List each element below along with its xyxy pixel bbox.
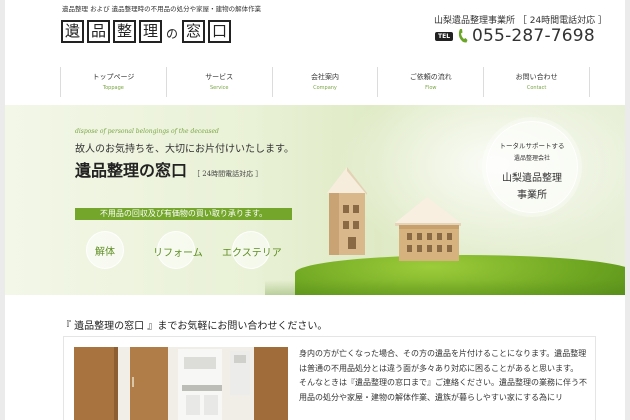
nav-item-flow[interactable]: ご依頼の流れ Flow xyxy=(377,67,483,97)
logo-char-3: 整 xyxy=(113,20,136,43)
nav-label: トップページ xyxy=(92,73,135,81)
intro-text: 身内の方が亡くなった場合、その方の遺品を片付けることになります。遺品整理は普通の… xyxy=(299,347,589,405)
service-label: エクステリア xyxy=(222,247,282,259)
nav-sublabel: Service xyxy=(209,85,229,91)
service-label: 解体 xyxy=(95,246,115,258)
hero-banner: dispose of personal belongings of the de… xyxy=(5,105,625,295)
logo-char-1: 遺 xyxy=(61,20,84,43)
badge-line: トータルサポートする xyxy=(499,142,565,150)
service-circle-reform[interactable]: リフォーム xyxy=(151,245,205,259)
nav-item-contact[interactable]: お問い合わせ Contact xyxy=(483,67,590,97)
logo-char-2: 品 xyxy=(87,20,110,43)
intro-paragraph-1: 身内の方が亡くなった場合、その方の遺品を片付けることになります。遺品整理は普通の… xyxy=(299,349,587,373)
main-nav: トップページ Toppage サービス Service 会社案内 Company… xyxy=(60,67,590,97)
badge-line: 山梨遺品整理 xyxy=(502,173,562,184)
phone-number: 055-287-7698 xyxy=(472,26,595,46)
room-interior-photo xyxy=(74,347,288,420)
intro-content-box: 身内の方が亡くなった場合、その方の遺品を片付けることになります。遺品整理は普通の… xyxy=(63,336,596,420)
company-name: 山梨遺品整理事業所 ［ 24時間電話対応 ］ xyxy=(434,16,608,26)
logo-char-6: 窓 xyxy=(182,20,206,43)
header-tagline: 遺品整理 および 遺品整理時の不用品の処分や家屋・建物の解体作業 xyxy=(62,5,262,13)
service-circle-demolition[interactable]: 解体 xyxy=(86,231,124,269)
nav-label: 会社案内 xyxy=(310,73,339,81)
service-circle-exterior[interactable]: エクステリア xyxy=(220,245,284,259)
hero-title-text: 遺品整理の窓口 xyxy=(75,161,188,180)
nav-label: ご依頼の流れ xyxy=(409,73,452,81)
nav-item-service[interactable]: サービス Service xyxy=(165,67,272,97)
nav-label: お問い合わせ xyxy=(515,73,558,81)
nav-sublabel: Contact xyxy=(526,85,547,91)
logo-char-4: 理 xyxy=(139,20,162,43)
phone-contact[interactable]: TEL 055-287-7698 xyxy=(435,26,595,46)
nav-sublabel: Company xyxy=(313,85,337,91)
hero-subtitle: 故人のお気持ちを、大切にお片付けいたします。 xyxy=(75,144,294,155)
service-label: リフォーム xyxy=(153,247,203,259)
nav-sublabel: Toppage xyxy=(102,85,124,91)
hero-green-bar: 不用品の回収及び有価物の買い取り承ります。 xyxy=(75,208,292,220)
nav-label: サービス xyxy=(205,73,234,81)
badge-line: 遺品整理会社 xyxy=(513,155,550,162)
intro-paragraph-2: そんなときは『遺品整理の窓口まで』ご連絡ください。遺品整理の業務に伴う不用品の処… xyxy=(299,378,587,402)
grass-shade xyxy=(265,280,625,295)
hero-title: 遺品整理の窓口 ［ 24時間電話対応 ］ xyxy=(75,157,262,181)
site-logo[interactable]: 遺 品 整 理 の 窓 口 xyxy=(61,20,232,43)
page: 遺品整理 および 遺品整理時の不用品の処分や家屋・建物の解体作業 遺 品 整 理… xyxy=(5,0,625,420)
logo-char-5: の xyxy=(166,27,179,41)
badge-line: 事業所 xyxy=(517,190,547,201)
nav-sublabel: Flow xyxy=(425,85,437,91)
nav-item-toppage[interactable]: トップページ Toppage xyxy=(60,67,166,97)
phone-icon xyxy=(458,29,468,43)
wooden-houses-image xyxy=(327,167,461,261)
nav-item-company[interactable]: 会社案内 Company xyxy=(271,67,378,97)
hero-english-tagline: dispose of personal belongings of the de… xyxy=(75,128,219,135)
hero-title-note: ［ 24時間電話対応 ］ xyxy=(193,170,263,178)
company-badge: トータルサポートする 遺品整理会社 山梨遺品整理 事業所 xyxy=(486,121,578,213)
tel-badge: TEL xyxy=(435,31,454,41)
contact-heading: 『 遺品整理の窓口 』までお気軽にお問い合わせください。 xyxy=(61,321,328,332)
logo-char-7: 口 xyxy=(208,20,232,43)
